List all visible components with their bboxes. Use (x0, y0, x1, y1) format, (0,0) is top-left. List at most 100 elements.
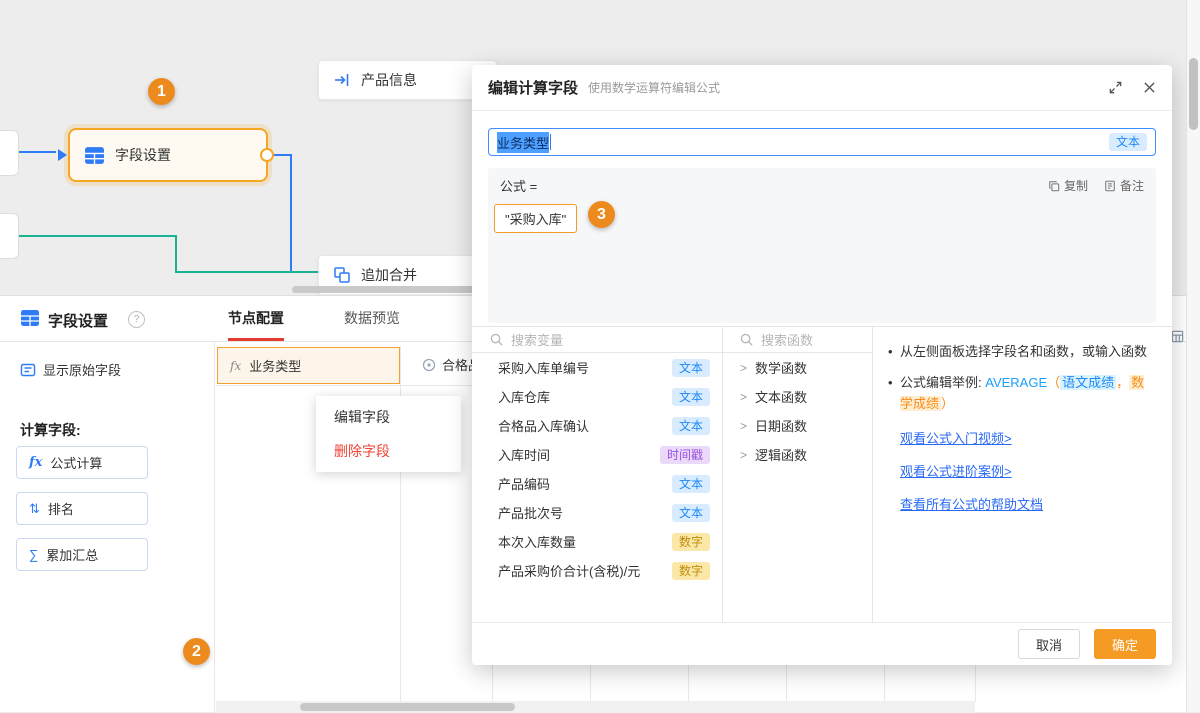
panel-title: 字段设置 (48, 310, 108, 331)
variable-item[interactable]: 入库仓库文本 (472, 382, 722, 411)
node-label: 追加合并 (361, 265, 417, 285)
variable-type-tag: 数字 (672, 533, 710, 551)
expand-button[interactable] (1108, 80, 1123, 95)
modal-subtitle: 使用数学运算符编辑公式 (588, 79, 720, 96)
cancel-button[interactable]: 取消 (1018, 629, 1080, 659)
function-group[interactable]: > 数学函数 (722, 353, 872, 382)
copy-button[interactable]: 复制 (1048, 177, 1088, 194)
page-vertical-scrollbar-thumb[interactable] (1189, 58, 1198, 130)
calc-button-sum[interactable]: ∑累加汇总 (16, 538, 148, 571)
calc-button-label: 公式计算 (50, 453, 102, 472)
confirm-button[interactable]: 确定 (1094, 629, 1156, 659)
modal-reference-section: 搜索变量 搜索函数 采购入库单编号文本入库仓库文本合格品入库确认文本入库时间时间… (472, 326, 1172, 622)
panel-tabs: 节点配置 数据预览 (228, 308, 400, 341)
help-panel: 从左侧面板选择字段名和函数，或输入函数 公式编辑举例: AVERAGE（语文成绩… (872, 327, 1172, 623)
chevron-right-icon: > (740, 419, 747, 433)
help-links: 观看公式入门视频> 观看公式进阶案例> 查看所有公式的帮助文档 (888, 428, 1156, 527)
calc-button-group: fx 公式计算 ⇅ 排名 ∑累加汇总 (16, 446, 148, 584)
variable-item[interactable]: 本次入库数量数字 (472, 527, 722, 556)
variable-type-tag: 文本 (672, 504, 710, 522)
variable-item[interactable]: 合格品入库确认文本 (472, 411, 722, 440)
target-icon (422, 358, 436, 372)
column-settings-icon[interactable] (1171, 330, 1184, 348)
calc-button-fx[interactable]: fx 公式计算 (16, 446, 148, 479)
node-field-settings[interactable]: 字段设置 (68, 128, 268, 182)
variable-item[interactable]: 采购入库单编号 文本 (472, 353, 722, 382)
note-button[interactable]: 备注 (1104, 177, 1144, 194)
variable-item[interactable]: 产品编码文本 (472, 469, 722, 498)
tab-data-preview[interactable]: 数据预览 (344, 308, 400, 341)
note-label: 备注 (1120, 177, 1144, 194)
variable-item[interactable]: 产品批次号 文本 (472, 498, 722, 527)
menu-item-delete-field[interactable]: 删除字段 (316, 434, 461, 468)
function-group[interactable]: >文本函数 (722, 382, 872, 411)
node-label: 产品信息 (361, 70, 417, 90)
variable-name: 产品编码 (498, 474, 550, 493)
formula-editor[interactable]: 公式 = 复制 备注 "采购入库" (488, 168, 1156, 323)
function-group[interactable]: >日期函数 (722, 411, 872, 440)
variable-list: 采购入库单编号文本入库仓库文本合格品入库确认文本入库时间时间戳产品编码文本产品批… (472, 353, 722, 585)
table-horizontal-scrollbar-thumb[interactable] (300, 703, 515, 711)
node-label: 字段设置 (115, 145, 171, 165)
menu-item-edit-field[interactable]: 编辑字段 (316, 400, 461, 434)
field-name-input[interactable]: 业务类型 文本 (488, 128, 1156, 156)
variable-name: 产品批次号 (498, 503, 563, 522)
offscreen-node-stub[interactable] (0, 130, 19, 176)
function-group-list: >数学函数>文本函数>日期函数>逻辑函数 (722, 353, 872, 469)
calc-button-label: 排名 (48, 499, 74, 518)
modal-title: 编辑计算字段 (488, 77, 578, 98)
search-placeholder: 搜索函数 (761, 330, 813, 349)
output-port[interactable] (260, 148, 274, 162)
chevron-right-icon: > (740, 361, 747, 375)
example-function-name: AVERAGE (985, 375, 1047, 390)
variable-name: 采购入库单编号 (498, 358, 589, 377)
function-group[interactable]: > 逻辑函数 (722, 440, 872, 469)
variable-type-tag: 时间戳 (660, 446, 710, 464)
variable-item[interactable]: 入库时间 时间戳 (472, 440, 722, 469)
variable-type-tag: 文本 (672, 388, 710, 406)
note-icon (1104, 180, 1116, 192)
fx-icon: fx (29, 455, 42, 470)
help-link[interactable]: 观看公式入门视频> (900, 428, 1156, 449)
function-group-label: 数学函数 (755, 358, 807, 377)
calc-fields-heading: 计算字段: (20, 420, 81, 440)
calc-button-rank[interactable]: ⇅ 排名 (16, 492, 148, 525)
variable-type-tag: 文本 (672, 417, 710, 435)
field-type-tag: 文本 (1109, 133, 1147, 151)
show-original-fields-link[interactable]: 显示原始字段 (20, 360, 121, 379)
formula-label: 公式 = (500, 176, 537, 195)
display-fields-icon (20, 362, 36, 378)
text-caret (550, 134, 551, 150)
modal-header: 编辑计算字段 使用数学运算符编辑公式 (472, 65, 1172, 111)
import-icon (333, 71, 351, 89)
chevron-right-icon: > (740, 448, 747, 462)
rank-icon: ⇅ (29, 501, 40, 517)
formula-header: 公式 = 复制 备注 (488, 168, 1156, 203)
formula-expression-chip[interactable]: "采购入库" (494, 204, 577, 233)
help-link[interactable]: 观看公式进阶案例> (900, 461, 1156, 482)
close-icon (1143, 81, 1156, 94)
variable-name: 入库时间 (498, 445, 550, 464)
page-vertical-scrollbar-track[interactable] (1186, 0, 1200, 712)
variable-item[interactable]: 产品采购价合计(含税)/元 数字 (472, 556, 722, 585)
node-product-info[interactable]: 产品信息 (318, 60, 497, 100)
column-header-business-type[interactable]: fx 业务类型 (217, 347, 400, 384)
formula-actions: 复制 备注 (1048, 177, 1144, 194)
modal-footer: 取消 确定 (472, 622, 1172, 665)
variable-type-tag: 文本 (672, 359, 710, 377)
step-badge-1: 1 (148, 78, 175, 105)
variable-search-input[interactable]: 搜索变量 (472, 327, 722, 353)
tab-node-config[interactable]: 节点配置 (228, 308, 284, 341)
offscreen-node-stub[interactable] (0, 213, 19, 259)
help-link[interactable]: 查看所有公式的帮助文档 (900, 494, 1156, 515)
fx-icon: fx (230, 359, 241, 373)
table-icon (84, 145, 105, 166)
function-group-label: 逻辑函数 (755, 445, 807, 464)
close-button[interactable] (1143, 81, 1156, 94)
info-icon[interactable] (128, 311, 145, 328)
variable-type-tag: 数字 (672, 562, 710, 580)
table-icon (20, 308, 40, 328)
example-prefix: 公式编辑举例: (900, 375, 985, 390)
variable-name: 产品采购价合计(含税)/元 (498, 561, 640, 580)
function-search-input[interactable]: 搜索函数 (722, 327, 872, 353)
